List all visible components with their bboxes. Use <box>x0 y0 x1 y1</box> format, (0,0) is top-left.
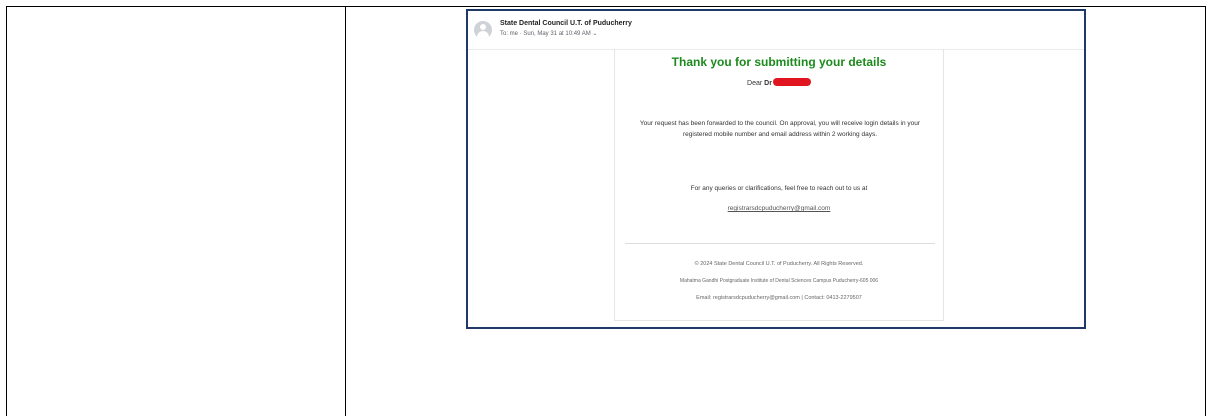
footer-divider <box>625 243 935 244</box>
email-title: Thank you for submitting your details <box>671 55 887 69</box>
contact-email-link[interactable]: registrarsdcpuducherry@gmail.com <box>615 205 943 212</box>
footer-address: Mahatma Gandhi Postgraduate Institute of… <box>679 278 879 284</box>
email-message: Your request has been forwarded to the c… <box>639 120 921 138</box>
chevron-down-icon[interactable]: ⌄ <box>592 31 597 37</box>
email-meta[interactable]: To: me · Sun, May 31 at 10:49 AM ⌄ <box>500 30 597 37</box>
greeting-label: Dear <box>747 80 765 87</box>
table-column-divider <box>345 6 346 416</box>
sender-name: State Dental Council U.T. of Puducherry <box>500 20 632 27</box>
greeting-name: Dr <box>764 80 772 87</box>
greeting: Dear Dr <box>615 78 943 87</box>
redaction-mark <box>772 78 811 86</box>
email-screenshot: State Dental Council U.T. of Puducherry … <box>466 9 1086 329</box>
user-avatar-icon[interactable] <box>474 21 492 39</box>
footer-copyright: © 2024 State Dental Council U.T. of Pudu… <box>694 261 864 267</box>
email-meta-text: To: me · Sun, May 31 at 10:49 AM <box>500 31 591 37</box>
email-body-card: Thank you for submitting your details De… <box>614 49 944 321</box>
footer-contact: Email: registrarsdcpuducherry@gmail.com … <box>696 295 862 301</box>
queries-text: For any queries or clarifications, feel … <box>690 185 868 192</box>
